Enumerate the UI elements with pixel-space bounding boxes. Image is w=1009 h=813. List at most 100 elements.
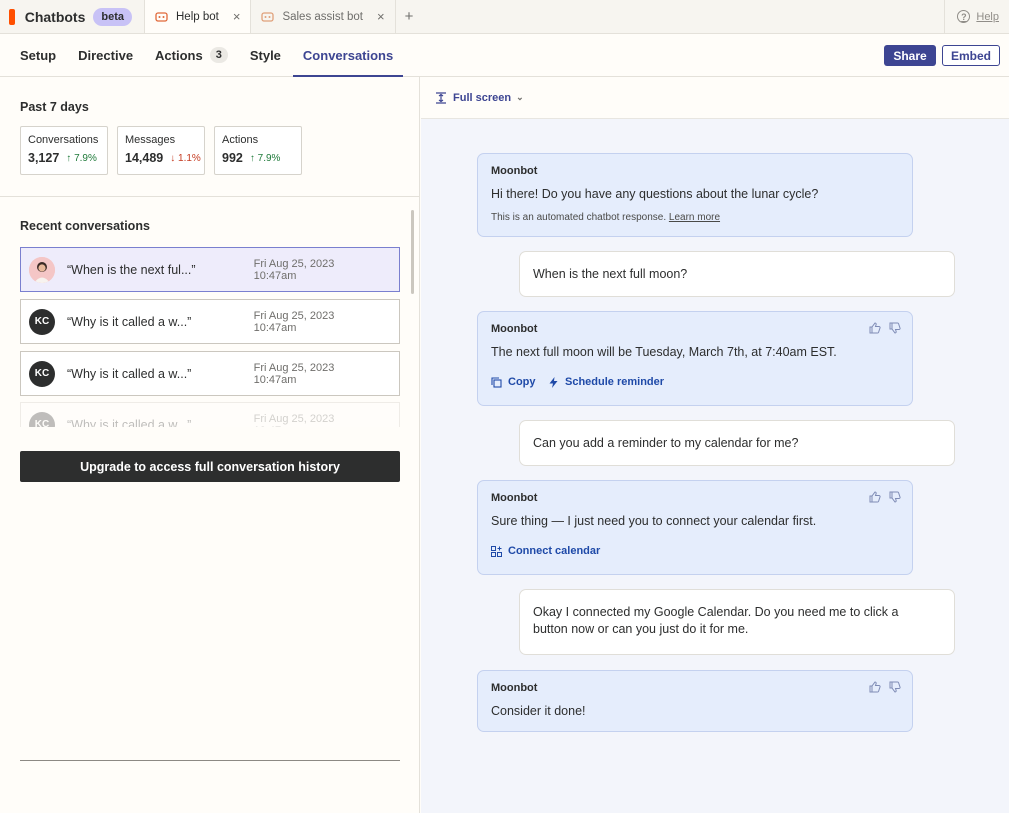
action-label: Schedule reminder (565, 376, 665, 388)
bot-message: Moonbot The next full moon will be Tuesd… (477, 311, 913, 406)
schedule-reminder-button[interactable]: Schedule reminder (548, 376, 664, 388)
scrollbar[interactable] (411, 210, 414, 294)
avatar: KC (29, 411, 55, 427)
thumbs-down-icon[interactable] (889, 681, 901, 693)
chat-panel: Full screen ⌄ Moonbot Hi there! Do you h… (421, 77, 1009, 813)
stat-label: Messages (125, 134, 176, 146)
close-icon[interactable]: × (377, 9, 385, 24)
conversation-snippet: “Why is it called a w...” (67, 417, 192, 428)
help-label: Help (976, 10, 999, 23)
tab-label: Help bot (176, 10, 219, 23)
tab-directive[interactable]: Directive (78, 34, 133, 76)
stat-card-actions: Actions 992 ↑ 7.9% (214, 126, 302, 175)
user-message: Okay I connected my Google Calendar. Do … (519, 589, 955, 655)
stats-title: Past 7 days (20, 100, 89, 114)
avatar: KC (29, 308, 55, 335)
conversation-time: Fri Aug 25, 2023 10:47am (253, 309, 335, 334)
bot-name: Moonbot (491, 682, 538, 694)
fullscreen-toggle[interactable]: Full screen ⌄ (421, 77, 1009, 119)
action-label: Connect calendar (508, 545, 601, 557)
tab-help-bot[interactable]: Help bot × (145, 0, 252, 33)
stat-label: Actions (222, 134, 259, 146)
bot-icon (155, 11, 168, 23)
divider (0, 196, 419, 197)
stat-label: Conversations (28, 134, 99, 146)
tab-label: Actions (155, 47, 203, 63)
thumbs-down-icon[interactable] (889, 322, 901, 334)
bot-name: Moonbot (491, 323, 538, 335)
bot-name: Moonbot (491, 165, 538, 177)
delta-up: ↑ 7.9% (66, 152, 97, 164)
main-nav: Setup Directive Actions 3 Style Conversa… (0, 34, 1009, 77)
delta-up: ↑ 7.9% (249, 152, 281, 164)
message-text: Okay I connected my Google Calendar. Do … (533, 605, 899, 636)
help-icon: ? (957, 10, 971, 23)
copy-button[interactable]: Copy (491, 376, 536, 388)
user-message: Can you add a reminder to my calendar fo… (519, 420, 955, 466)
user-message: When is the next full moon? (519, 251, 955, 297)
beta-badge: beta (93, 7, 132, 26)
thumbs-up-icon[interactable] (869, 322, 881, 334)
upgrade-button[interactable]: Upgrade to access full conversation hist… (20, 451, 400, 482)
recent-title: Recent conversations (20, 219, 150, 233)
divider (20, 760, 400, 761)
conversation-row[interactable]: KC “Why is it called a w...” Fri Aug 25,… (20, 299, 400, 344)
zapier-logo-icon (9, 8, 15, 25)
apps-icon (491, 545, 502, 557)
tab-conversations[interactable]: Conversations (292, 34, 404, 77)
learn-more-link[interactable]: Learn more (669, 212, 720, 223)
message-text: Can you add a reminder to my calendar fo… (533, 436, 799, 450)
lightning-icon (548, 376, 559, 388)
stat-value: 14,489 (125, 151, 164, 165)
avatar (29, 256, 55, 283)
conversation-snippet: “Why is it called a w...” (67, 314, 192, 329)
message-text: Sure thing — I just need you to connect … (491, 514, 817, 528)
connect-calendar-button[interactable]: Connect calendar (491, 545, 600, 557)
stat-card-conversations: Conversations 3,127 ↑ 7.9% (20, 126, 108, 175)
thumbs-up-icon[interactable] (869, 491, 881, 503)
copy-icon (491, 376, 502, 388)
stat-value: 3,127 (28, 151, 60, 165)
add-tab-button[interactable]: + (396, 0, 423, 33)
conversation-row[interactable]: “When is the next ful...” Fri Aug 25, 20… (20, 247, 400, 292)
thumbs-down-icon[interactable] (889, 491, 901, 503)
app-title: Chatbots (24, 8, 86, 25)
action-label: Copy (508, 376, 536, 388)
help-link[interactable]: ? Help (944, 0, 1009, 33)
embed-button[interactable]: Embed (942, 45, 1000, 66)
message-text: When is the next full moon? (533, 267, 688, 281)
conversation-row: KC “Why is it called a w...” Fri Aug 25,… (20, 402, 400, 427)
tab-style[interactable]: Style (250, 34, 281, 76)
actions-count-badge: 3 (209, 47, 228, 63)
conversation-snippet: “When is the next ful...” (67, 262, 196, 277)
bot-icon (261, 11, 275, 23)
message-text: The next full moon will be Tuesday, Marc… (491, 345, 837, 359)
stat-card-messages: Messages 14,489 ↓ 1.1% (117, 126, 205, 175)
fullscreen-icon (435, 91, 447, 104)
bot-message: Moonbot Sure thing — I just need you to … (477, 480, 913, 575)
message-text: Consider it done! (491, 704, 586, 718)
faded-conversation: KC “Why is it called a w...” Fri Aug 25,… (20, 402, 400, 427)
tab-actions[interactable]: Actions 3 (155, 34, 228, 76)
stats-panel: Past 7 days Conversations 3,127 ↑ 7.9% M… (0, 77, 420, 813)
fullscreen-label: Full screen (453, 91, 512, 104)
conversation-row[interactable]: KC “Why is it called a w...” Fri Aug 25,… (20, 351, 400, 396)
automated-note: This is an automated chatbot response. L… (491, 212, 721, 223)
conversation-time: Fri Aug 25, 2023 10:47am (253, 361, 335, 386)
app-brand: Chatbots beta (0, 0, 145, 33)
bot-name: Moonbot (491, 492, 538, 504)
conversation-time: Fri Aug 25, 2023 10:47am (253, 257, 335, 282)
chevron-down-icon: ⌄ (516, 92, 524, 102)
bot-message: Moonbot Consider it done! (477, 670, 913, 732)
bot-message: Moonbot Hi there! Do you have any questi… (477, 153, 913, 237)
avatar: KC (29, 360, 55, 387)
conversation-snippet: “Why is it called a w...” (67, 366, 192, 381)
share-button[interactable]: Share (884, 45, 936, 66)
top-tab-bar: Chatbots beta Help bot × Sales assist bo… (0, 0, 1009, 34)
tab-sales-assist-bot[interactable]: Sales assist bot × (251, 0, 396, 33)
conversation-time: Fri Aug 25, 2023 10:47am (253, 412, 335, 428)
thumbs-up-icon[interactable] (869, 681, 881, 693)
tab-label: Sales assist bot (282, 10, 363, 23)
close-icon[interactable]: × (233, 9, 241, 24)
tab-setup[interactable]: Setup (20, 34, 56, 76)
